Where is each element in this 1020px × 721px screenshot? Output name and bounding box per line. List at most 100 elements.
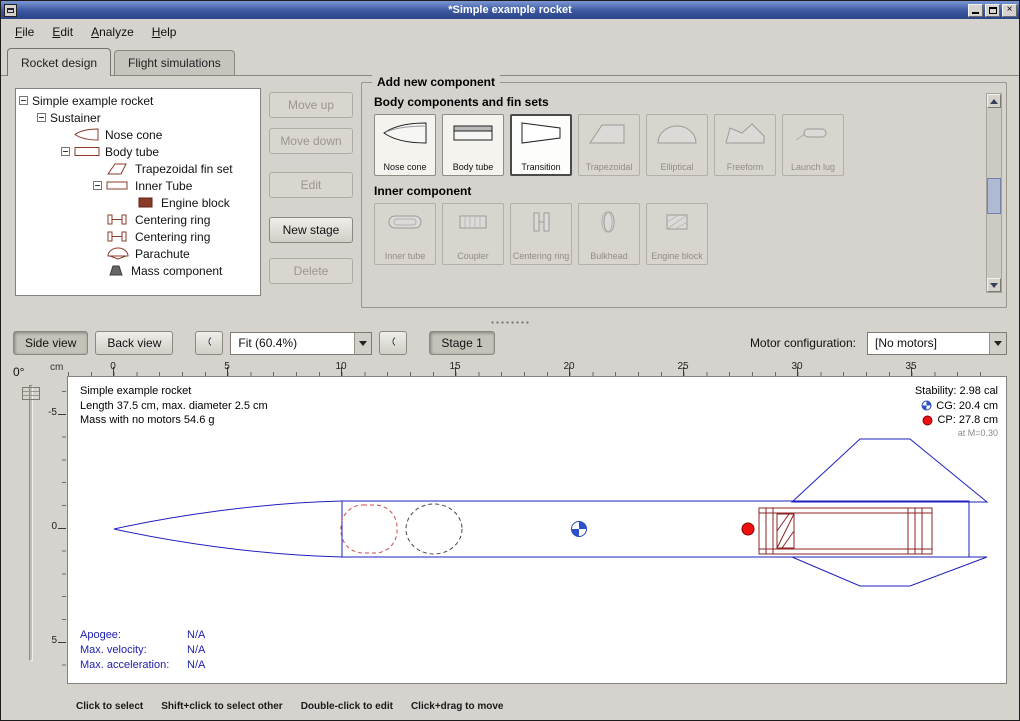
menu-file[interactable]: File bbox=[7, 21, 42, 43]
minimize-button[interactable] bbox=[968, 4, 983, 17]
add-component-title: Add new component bbox=[372, 75, 500, 89]
rotation-angle: 0° bbox=[13, 365, 24, 379]
stability-value: Stability: 2.98 cal bbox=[915, 384, 998, 399]
titlebar: *Simple example rocket × bbox=[1, 1, 1019, 19]
collapse-icon[interactable] bbox=[93, 181, 102, 190]
fin-icon bbox=[106, 162, 130, 175]
nose-cone-icon bbox=[382, 120, 428, 146]
engine-block-icon bbox=[138, 196, 156, 209]
bulkhead-icon bbox=[586, 209, 632, 235]
tree-item-fin-set[interactable]: Trapezoidal fin set bbox=[16, 160, 260, 177]
back-view-button[interactable]: Back view bbox=[95, 331, 173, 355]
apogee-label: Apogee: bbox=[80, 628, 187, 643]
tab-rocket-design[interactable]: Rocket design bbox=[7, 48, 111, 76]
cp-marker[interactable] bbox=[742, 523, 754, 535]
rocket-canvas[interactable]: Simple example rocket Length 37.5 cm, ma… bbox=[67, 376, 1007, 684]
side-view-button[interactable]: Side view bbox=[13, 331, 88, 355]
tree-item-inner-tube[interactable]: Inner Tube bbox=[16, 177, 260, 194]
collapse-icon[interactable] bbox=[61, 147, 70, 156]
close-button[interactable]: × bbox=[1002, 4, 1017, 17]
tree-item-parachute[interactable]: Parachute bbox=[16, 245, 260, 262]
app-window: *Simple example rocket × File Edit Analy… bbox=[0, 0, 1020, 721]
velocity-value: N/A bbox=[187, 644, 205, 656]
cg-marker[interactable] bbox=[572, 522, 587, 537]
cp-value: CP: 27.8 cm bbox=[937, 413, 998, 428]
slider-handle[interactable] bbox=[22, 387, 40, 400]
window-title: *Simple example rocket bbox=[1, 1, 1019, 19]
scrollbar-thumb[interactable] bbox=[987, 178, 1001, 214]
maximize-button[interactable] bbox=[985, 4, 1000, 17]
tree-item-sustainer[interactable]: Sustainer bbox=[16, 109, 260, 126]
window-controls: × bbox=[968, 4, 1017, 17]
nose-cone-button[interactable]: Nose cone bbox=[374, 114, 436, 176]
tree-item-nose-cone[interactable]: Nose cone bbox=[16, 126, 260, 143]
rotation-slider[interactable] bbox=[25, 385, 37, 661]
tree-item-mass-component[interactable]: Mass component bbox=[16, 262, 260, 279]
trapezoidal-fin-button[interactable]: Trapezoidal bbox=[578, 114, 640, 176]
move-up-button[interactable]: Move up bbox=[269, 92, 353, 118]
elliptical-fin-button[interactable]: Elliptical bbox=[646, 114, 708, 176]
rocket-dimensions: Length 37.5 cm, max. diameter 2.5 cm bbox=[80, 399, 268, 414]
scroll-up-arrow[interactable] bbox=[987, 94, 1001, 108]
tree-action-buttons: Move up Move down Edit New stage Delete bbox=[269, 92, 353, 284]
menubar: File Edit Analyze Help bbox=[1, 19, 1019, 45]
transition-button[interactable]: Transition bbox=[510, 114, 572, 176]
cp-icon bbox=[922, 415, 933, 426]
body-tube-button[interactable]: Body tube bbox=[442, 114, 504, 176]
tree-item-engine-block[interactable]: Engine block bbox=[16, 194, 260, 211]
menu-edit[interactable]: Edit bbox=[44, 21, 81, 43]
app-icon[interactable] bbox=[4, 4, 17, 17]
bulkhead-button[interactable]: Bulkhead bbox=[578, 203, 640, 265]
tree-item-centering-ring-1[interactable]: Centering ring bbox=[16, 211, 260, 228]
zoom-select[interactable]: Fit (60.4%) bbox=[230, 332, 372, 355]
hint-shift-click: Shift+click to select other bbox=[161, 701, 282, 712]
tree-item-rocket[interactable]: Simple example rocket bbox=[16, 92, 260, 109]
collapse-icon[interactable] bbox=[19, 96, 28, 105]
inner-component-buttons: Inner tube Coupler Centering ring Bulkhe… bbox=[374, 203, 1006, 265]
launch-lug-button[interactable]: Launch lug bbox=[782, 114, 844, 176]
stage-1-toggle[interactable]: Stage 1 bbox=[429, 331, 494, 355]
engine-block-icon bbox=[654, 209, 700, 235]
rocket-view: 0° cm 0 5 10 15 20 25 30 35 -5 0 5 bbox=[1, 359, 1019, 693]
tab-flight-simulations[interactable]: Flight simulations bbox=[114, 50, 235, 75]
menu-help[interactable]: Help bbox=[144, 21, 185, 43]
mass-component-outline[interactable] bbox=[406, 504, 462, 554]
zoom-value: Fit (60.4%) bbox=[231, 336, 354, 350]
tree-item-body-tube[interactable]: Body tube bbox=[16, 143, 260, 160]
component-scrollbar[interactable] bbox=[986, 93, 1002, 293]
inner-component-label: Inner component bbox=[374, 184, 1006, 198]
transition-icon bbox=[518, 120, 564, 146]
hint-click-select: Click to select bbox=[76, 701, 143, 712]
hint-click-drag: Click+drag to move bbox=[411, 701, 504, 712]
engine-block-button[interactable]: Engine block bbox=[646, 203, 708, 265]
move-down-button[interactable]: Move down bbox=[269, 128, 353, 154]
slider-track[interactable] bbox=[29, 385, 33, 661]
new-stage-button[interactable]: New stage bbox=[269, 217, 353, 243]
delete-button[interactable]: Delete bbox=[269, 258, 353, 284]
body-component-buttons: Nose cone Body tube Transition Trapezoid… bbox=[374, 114, 1006, 176]
edit-button[interactable]: Edit bbox=[269, 172, 353, 198]
collapse-icon[interactable] bbox=[37, 113, 46, 122]
motor-mount-outline[interactable] bbox=[759, 508, 932, 554]
panel-splitter[interactable] bbox=[1, 317, 1019, 327]
body-tube-icon bbox=[74, 145, 100, 158]
hint-double-click: Double-click to edit bbox=[301, 701, 393, 712]
coupler-icon bbox=[450, 209, 496, 235]
centering-ring-icon bbox=[106, 213, 130, 226]
motor-configuration-select[interactable]: [No motors] bbox=[867, 332, 1007, 355]
menu-analyze[interactable]: Analyze bbox=[83, 21, 142, 43]
tree-item-centering-ring-2[interactable]: Centering ring bbox=[16, 228, 260, 245]
parachute-outline[interactable] bbox=[341, 505, 397, 553]
inner-tube-button[interactable]: Inner tube bbox=[374, 203, 436, 265]
stability-info: Stability: 2.98 cal CG: 20.4 cm CP: 27.8… bbox=[915, 384, 998, 439]
centering-ring-button[interactable]: Centering ring bbox=[510, 203, 572, 265]
nose-cone-outline[interactable] bbox=[114, 501, 342, 557]
freeform-fin-button[interactable]: Freeform bbox=[714, 114, 776, 176]
scroll-down-arrow[interactable] bbox=[987, 278, 1001, 292]
coupler-button[interactable]: Coupler bbox=[442, 203, 504, 265]
zoom-out-button[interactable] bbox=[195, 331, 223, 355]
chevron-down-icon[interactable] bbox=[989, 333, 1006, 354]
chevron-down-icon[interactable] bbox=[354, 333, 371, 354]
inner-tube-icon bbox=[106, 179, 130, 192]
zoom-in-button[interactable] bbox=[379, 331, 407, 355]
